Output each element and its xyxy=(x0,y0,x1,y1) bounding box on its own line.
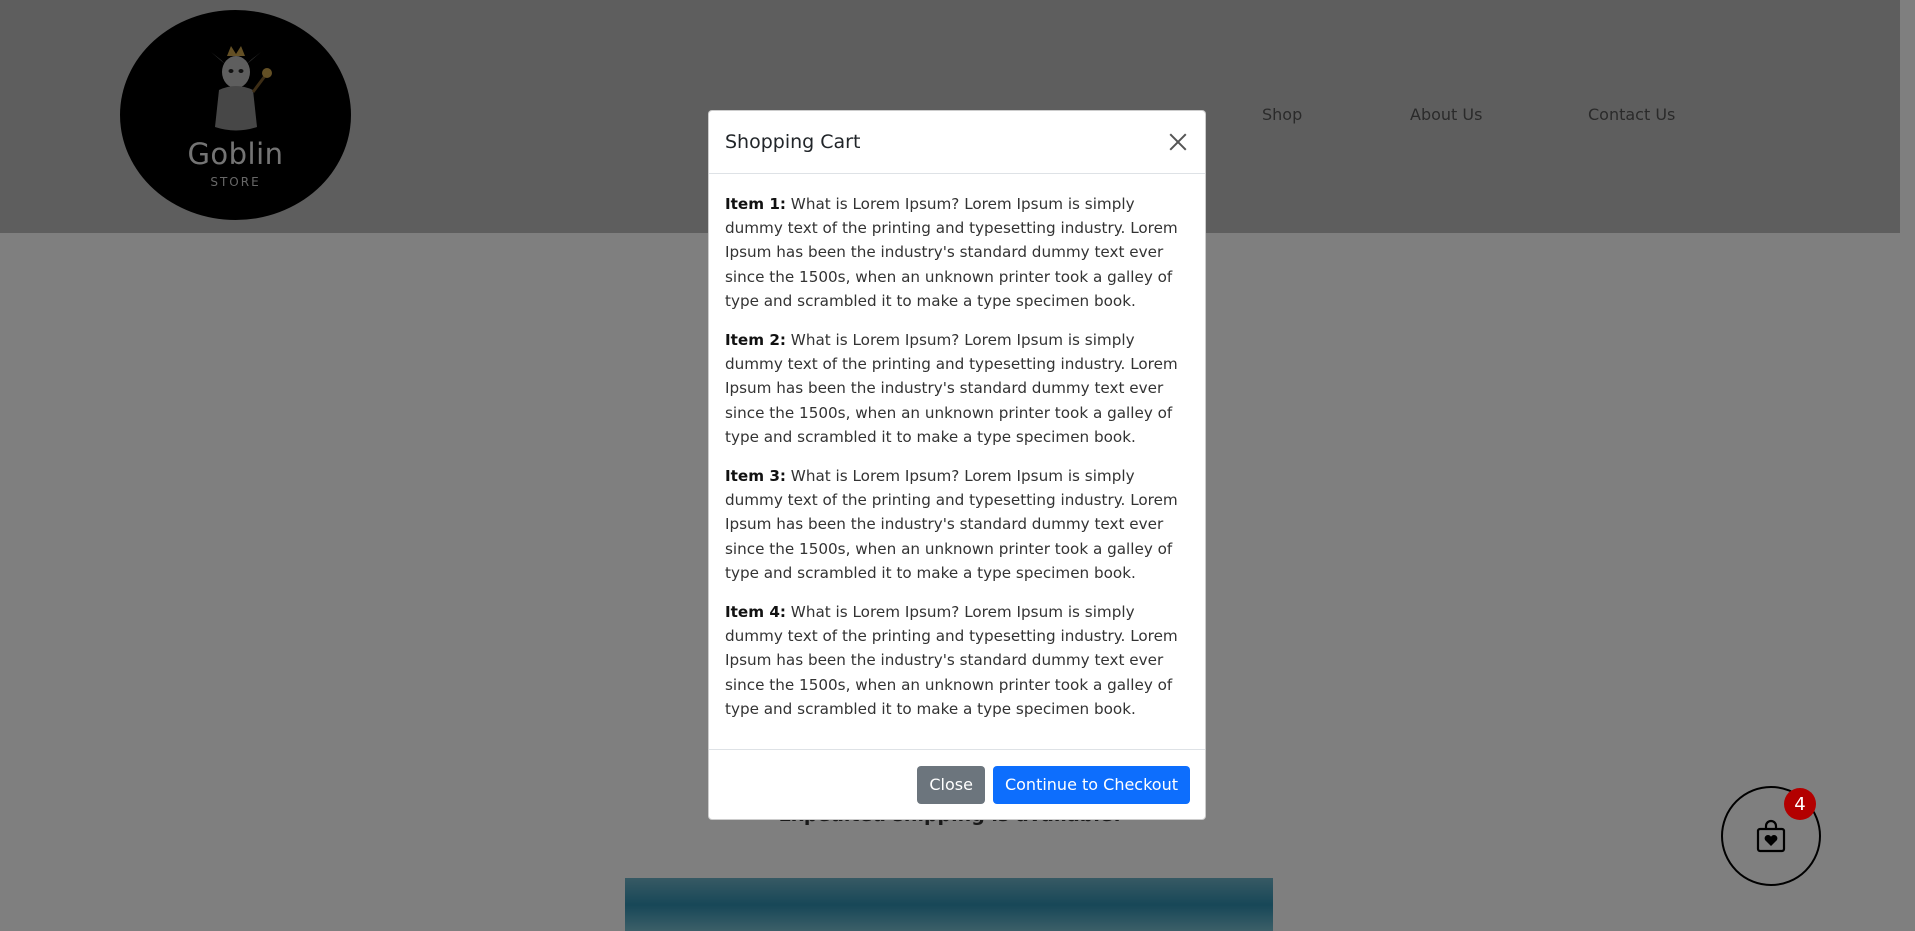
cart-count-badge: 4 xyxy=(1784,788,1816,820)
cart-item-text: What is Lorem Ipsum? Lorem Ipsum is simp… xyxy=(725,195,1178,310)
close-icon[interactable] xyxy=(1167,131,1189,153)
cart-item-text: What is Lorem Ipsum? Lorem Ipsum is simp… xyxy=(725,467,1178,582)
modal-body: Item 1: What is Lorem Ipsum? Lorem Ipsum… xyxy=(709,174,1205,749)
cart-item: Item 1: What is Lorem Ipsum? Lorem Ipsum… xyxy=(725,192,1189,313)
cart-item-text: What is Lorem Ipsum? Lorem Ipsum is simp… xyxy=(725,603,1178,718)
close-button[interactable]: Close xyxy=(917,765,985,804)
cart-item-label: Item 1: xyxy=(725,195,786,213)
shopping-bag-heart-icon xyxy=(1756,819,1786,853)
cart-item: Item 4: What is Lorem Ipsum? Lorem Ipsum… xyxy=(725,600,1189,721)
cart-item-label: Item 3: xyxy=(725,467,786,486)
page: Goblin STORE Shop About Us Contact Us Ou… xyxy=(0,0,1915,931)
cart-item-text: What is Lorem Ipsum? Lorem Ipsum is simp… xyxy=(725,331,1178,446)
modal-footer: Close Continue to Checkout xyxy=(709,749,1205,819)
cart-item: Item 2: What is Lorem Ipsum? Lorem Ipsum… xyxy=(725,328,1189,449)
modal-title: Shopping Cart xyxy=(725,131,861,153)
checkout-button[interactable]: Continue to Checkout xyxy=(992,765,1190,804)
modal-header: Shopping Cart xyxy=(709,111,1205,174)
shopping-cart-modal: Shopping Cart Item 1: What is Lorem Ipsu… xyxy=(708,110,1206,820)
cart-item-label: Item 2: xyxy=(725,331,786,350)
cart-item: Item 3: What is Lorem Ipsum? Lorem Ipsum… xyxy=(725,464,1189,585)
cart-item-label: Item 4: xyxy=(725,603,786,622)
